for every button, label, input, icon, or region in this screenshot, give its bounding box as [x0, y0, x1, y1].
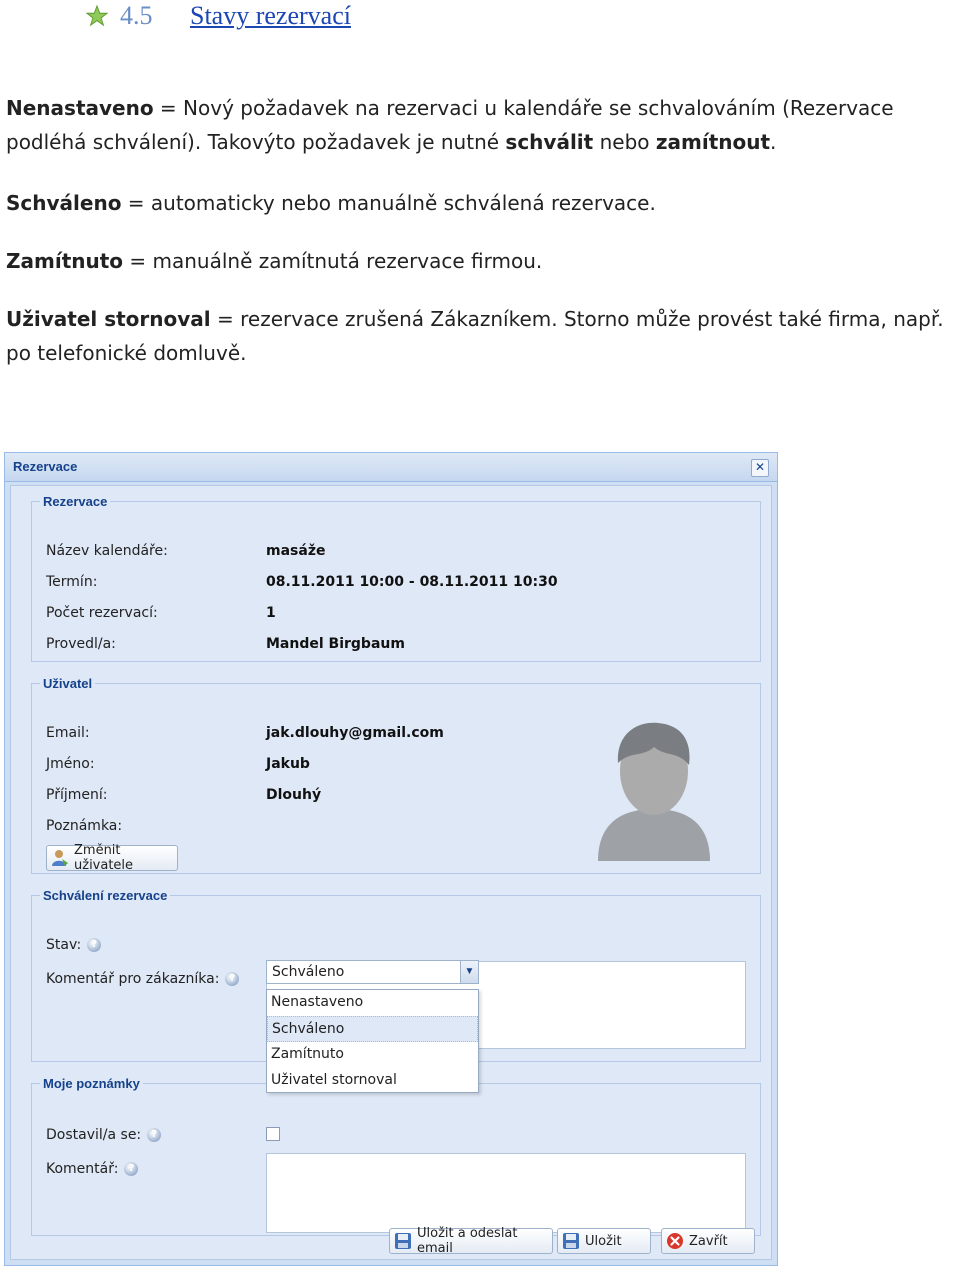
state-option-stornoval[interactable]: Uživatel stornoval [267, 1068, 478, 1094]
term-label: Termín: [46, 574, 98, 590]
my-comment-textarea[interactable] [266, 1153, 746, 1233]
count-value: 1 [266, 605, 276, 621]
cancel-icon [667, 1233, 683, 1249]
legend-uzivatel: Uživatel [43, 676, 93, 691]
section-number: 4.5 [120, 1, 153, 30]
paragraph-schvaleno: Schváleno = automaticky nebo manuálně sc… [6, 186, 956, 220]
last-name-label: Příjmení: [46, 787, 108, 803]
count-label: Počet rezervací: [46, 605, 158, 621]
floppy-icon [563, 1233, 579, 1249]
close-button[interactable]: Zavřít [661, 1228, 755, 1254]
comment-customer-label: Komentář pro zákazníka:? [46, 971, 240, 987]
state-select[interactable]: Schváleno ▼ [266, 960, 479, 984]
user-icon [52, 850, 68, 866]
first-name-label: Jméno: [46, 756, 95, 772]
calendar-name-label: Název kalendáře: [46, 543, 168, 559]
term-stornoval: Uživatel stornoval [6, 307, 211, 331]
state-label: Stav:? [46, 937, 102, 953]
email-label: Email: [46, 725, 90, 741]
change-user-label: Změnit uživatele [74, 843, 134, 873]
performed-by-label: Provedl/a: [46, 636, 116, 652]
calendar-name-value: masáže [266, 543, 326, 559]
last-name-value: Dlouhý [266, 787, 322, 803]
help-icon[interactable]: ? [225, 972, 240, 986]
comment-label: Komentář:? [46, 1161, 139, 1177]
paragraph-zamitnuto: Zamítnuto = manuálně zamítnutá rezervace… [6, 244, 956, 278]
note-label: Poznámka: [46, 818, 123, 834]
state-option-schvaleno[interactable]: Schváleno [267, 1016, 478, 1042]
close-label: Zavřít [689, 1233, 728, 1249]
dialog-body: Rezervace Název kalendáře: masáže Termín… [10, 485, 772, 1260]
term-nenastaveno: Nenastaveno [6, 96, 154, 120]
paragraph-text: = automaticky nebo manuálně schválená re… [121, 191, 656, 215]
state-option-nenastaveno[interactable]: Nenastaveno [267, 990, 478, 1016]
reservation-dialog: Rezervace ✕ Rezervace Název kalendáře: m… [4, 452, 778, 1266]
term-schvaleno: Schváleno [6, 191, 122, 215]
paragraph-text: = manuálně zamítnutá rezervace firmou. [123, 249, 543, 273]
comment-customer-label-text: Komentář pro zákazníka: [46, 971, 220, 987]
paragraph-nenastaveno: Nenastaveno = Nový požadavek na rezervac… [6, 91, 956, 159]
chevron-down-icon[interactable]: ▼ [460, 961, 478, 983]
legend-poznamky: Moje poznámky [43, 1076, 140, 1091]
term-zamitnuto: Zamítnuto [6, 249, 124, 273]
term-schvalit: schválit [505, 130, 594, 154]
help-icon[interactable]: ? [87, 938, 102, 952]
legend-schvaleni: Schválení rezervace [43, 888, 168, 903]
save-label: Uložit [585, 1233, 622, 1249]
fieldset-rezervace: Rezervace Název kalendáře: masáže Termín… [31, 494, 761, 662]
paragraph-text: nebo [593, 130, 656, 154]
paragraph-stornoval: Uživatel stornoval = rezervace zrušená Z… [6, 302, 956, 370]
section-title[interactable]: Stavy rezervací [190, 1, 351, 31]
email-value: jak.dlouhy@gmail.com [266, 725, 444, 741]
paragraph-text: . [770, 130, 777, 154]
change-user-button[interactable]: Změnit uživatele [46, 843, 178, 873]
save-button[interactable]: Uložit [557, 1228, 651, 1254]
fieldset-poznamky: Moje poznámky Dostavil/a se:? Komentář:? [31, 1076, 761, 1236]
section-heading: 4.5 Stavy rezervací [86, 0, 351, 32]
save-and-send-label: Uložit a odeslat email [417, 1226, 518, 1256]
first-name-value: Jakub [266, 756, 310, 772]
avatar-icon [598, 722, 710, 861]
state-dropdown-list: Nenastaveno Schváleno Zamítnuto Uživatel… [266, 989, 479, 1093]
save-and-send-button[interactable]: Uložit a odeslat email [389, 1226, 553, 1256]
fieldset-uzivatel: Uživatel Email: jak.dlouhy@gmail.com Jmé… [31, 676, 761, 874]
help-icon[interactable]: ? [124, 1162, 139, 1176]
performed-by-value: Mandel Birgbaum [266, 636, 405, 652]
state-select-value: Schváleno [272, 964, 345, 980]
star-icon [86, 5, 108, 27]
state-option-zamitnuto[interactable]: Zamítnuto [267, 1042, 478, 1068]
term-value: 08.11.2011 10:00 - 08.11.2011 10:30 [266, 574, 558, 590]
comment-label-text: Komentář: [46, 1161, 119, 1177]
term-zamitnout: zamítnout [655, 130, 771, 154]
help-icon[interactable]: ? [147, 1128, 162, 1142]
attended-label: Dostavil/a se:? [46, 1127, 162, 1143]
attended-checkbox[interactable] [266, 1127, 280, 1141]
state-label-text: Stav: [46, 937, 82, 953]
close-icon[interactable]: ✕ [751, 459, 769, 477]
floppy-icon [395, 1233, 411, 1249]
dialog-header: Rezervace ✕ [5, 453, 777, 482]
dialog-title: Rezervace [13, 459, 78, 474]
attended-label-text: Dostavil/a se: [46, 1127, 142, 1143]
legend-rezervace: Rezervace [43, 494, 108, 509]
